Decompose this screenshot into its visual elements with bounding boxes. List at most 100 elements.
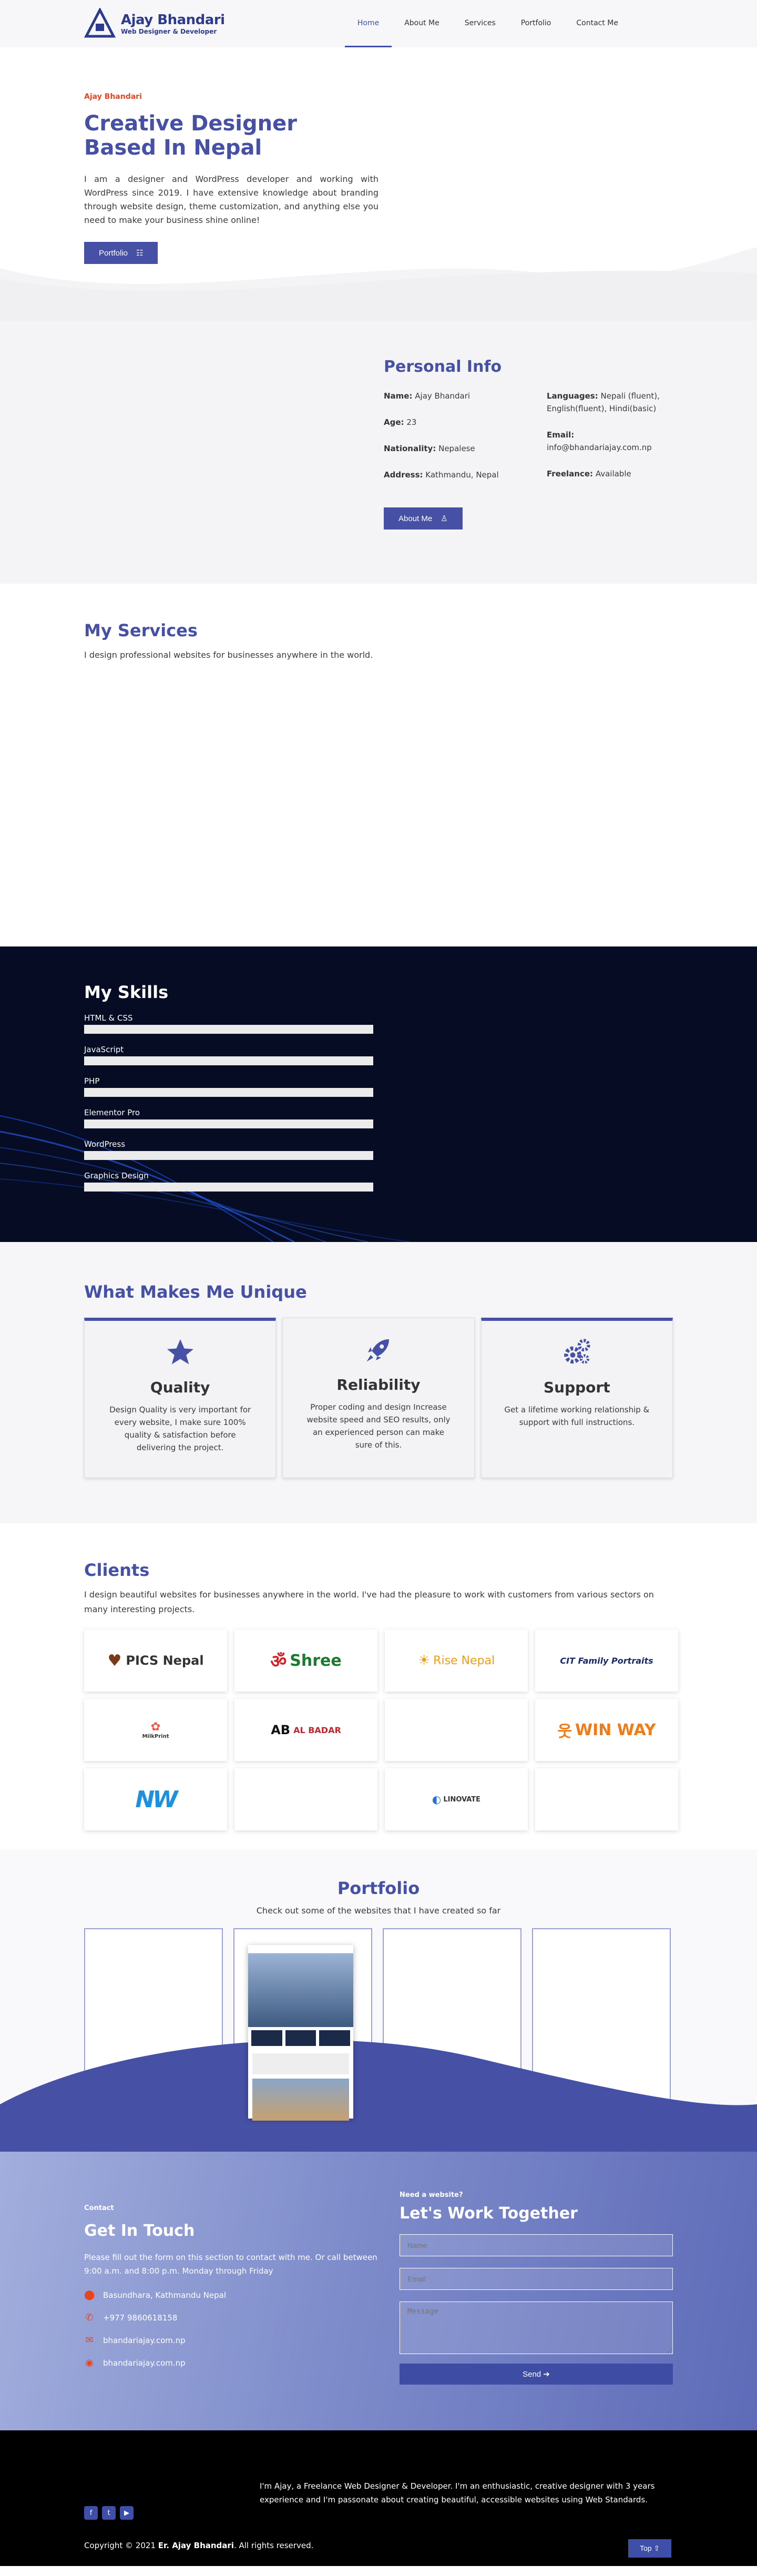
skill-bar bbox=[84, 1183, 373, 1192]
nav-portfolio[interactable]: Portfolio bbox=[508, 0, 564, 47]
social-links: f t ▶ bbox=[84, 2506, 134, 2520]
contact-section: Contact Get In Touch Please fill out the… bbox=[0, 2152, 757, 2430]
client-logo-cit: CIT Family Portraits bbox=[535, 1630, 678, 1692]
client-logo-empty bbox=[385, 1699, 528, 1761]
skill-bar bbox=[84, 1056, 373, 1065]
reliability-card: Reliability Proper coding and design Inc… bbox=[282, 1318, 475, 1478]
nav-services[interactable]: Services bbox=[452, 0, 508, 47]
contact-address: ⬤ Basundhara, Kathmandu Nepal bbox=[84, 2289, 227, 2300]
client-logo-milkprint: ✿ MilkPrint bbox=[84, 1699, 227, 1761]
personal-left-col: Name: Ajay Bhandari Age: 23 Nationality:… bbox=[384, 390, 531, 495]
hero-wave bbox=[0, 247, 757, 321]
hero-title-line1: Creative Designer bbox=[84, 111, 297, 136]
skill-graphics: Graphics Design bbox=[84, 1170, 373, 1192]
site-footer: I'm Ajay, a Freelance Web Designer & Dev… bbox=[0, 2430, 757, 2566]
personal-right-col: Languages: Nepali (fluent), English(flue… bbox=[547, 390, 694, 495]
personal-info-title: Personal Info bbox=[384, 358, 502, 376]
client-logo-win-way: 웃 WIN WAY bbox=[535, 1699, 678, 1761]
hero-eyebrow: Ajay Bhandari bbox=[84, 93, 142, 101]
info-email: Email: info@bhandariajay.com.np bbox=[547, 430, 652, 452]
info-address: Address: Kathmandu, Nepal bbox=[384, 470, 499, 480]
rocket-icon bbox=[366, 1339, 389, 1362]
skills-title: My Skills bbox=[84, 982, 169, 1002]
hero-body: I am a designer and WordPress developer … bbox=[84, 174, 378, 225]
hero-title: Creative Designer Based In Nepal bbox=[84, 111, 378, 160]
quality-card: Quality Design Quality is very important… bbox=[84, 1318, 277, 1478]
skill-php: PHP bbox=[84, 1076, 373, 1097]
footer-about: I'm Ajay, a Freelance Web Designer & Dev… bbox=[260, 2481, 655, 2504]
logo-mark-icon bbox=[84, 8, 116, 38]
name-field[interactable] bbox=[400, 2234, 673, 2256]
contact-eyebrow: Contact bbox=[84, 2204, 114, 2212]
nav-home[interactable]: Home bbox=[344, 0, 392, 47]
brand-tagline: Web Designer & Developer bbox=[121, 28, 217, 35]
unique-title: What Makes Me Unique bbox=[84, 1282, 307, 1302]
back-to-top-button[interactable]: Top ⇧ bbox=[628, 2539, 672, 2558]
client-logo-nw: NW bbox=[84, 1768, 227, 1830]
main-nav: Home About Me Services Portfolio Contact… bbox=[344, 0, 631, 47]
skill-wordpress: WordPress bbox=[84, 1139, 373, 1160]
card-body: Get a lifetime working relationship & su… bbox=[504, 1405, 650, 1427]
hero-section: Ajay Bhandari Creative Designer Based In … bbox=[0, 47, 757, 321]
portfolio-item[interactable] bbox=[233, 1928, 372, 2121]
info-nationality: Nationality: Nepalese bbox=[384, 444, 475, 453]
contact-body: Please fill out the form on this section… bbox=[84, 2253, 377, 2276]
form-eyebrow: Need a website? bbox=[400, 2191, 463, 2199]
email-field[interactable] bbox=[400, 2268, 673, 2290]
facebook-icon[interactable]: f bbox=[84, 2506, 98, 2520]
contact-email[interactable]: ✉ bhandariajay.com.np bbox=[84, 2335, 378, 2346]
website-screenshot-image bbox=[248, 1945, 353, 2121]
contact-title: Get In Touch bbox=[84, 2222, 195, 2240]
skill-bar bbox=[84, 1151, 373, 1160]
copyright: Copyright © 2021 Er. Ajay Bhandari. All … bbox=[84, 2541, 314, 2550]
info-name: Name: Ajay Bhandari bbox=[384, 391, 470, 401]
services-body: I design professional websites for busin… bbox=[84, 650, 373, 660]
card-title: Reliability bbox=[336, 1376, 421, 1393]
skill-elementor: Elementor Pro bbox=[84, 1107, 373, 1128]
about-me-button-label: About Me bbox=[398, 514, 433, 523]
card-body: Design Quality is very important for eve… bbox=[109, 1405, 251, 1452]
skill-js: JavaScript bbox=[84, 1044, 373, 1065]
skills-section: My Skills HTML & CSS JavaScript PHP Elem… bbox=[0, 946, 757, 1242]
brand-name: Ajay Bhandari bbox=[121, 12, 225, 28]
clients-body: I design beautiful websites for business… bbox=[84, 1590, 654, 1614]
twitter-icon[interactable]: t bbox=[102, 2506, 116, 2520]
client-logo-shree: ॐ Shree bbox=[234, 1630, 377, 1692]
card-body: Proper coding and design Increase websit… bbox=[306, 1402, 451, 1450]
mail-icon: ✉ bbox=[85, 2335, 94, 2346]
portfolio-section: Portfolio Check out some of the websites… bbox=[0, 1849, 757, 2152]
support-card: Support Get a lifetime working relations… bbox=[480, 1318, 673, 1478]
clients-section: Clients I design beautiful websites for … bbox=[0, 1523, 757, 1849]
nav-contact[interactable]: Contact Me bbox=[564, 0, 631, 47]
info-freelance: Freelance: Available bbox=[547, 469, 631, 478]
skill-bar bbox=[84, 1025, 373, 1034]
logo[interactable]: Ajay Bhandari Web Designer & Developer bbox=[84, 8, 225, 39]
gears-icon bbox=[564, 1339, 590, 1364]
about-me-button[interactable]: About Me ♙ bbox=[384, 507, 463, 530]
send-button[interactable]: Send ➔ bbox=[400, 2364, 673, 2385]
portfolio-wave bbox=[0, 2040, 757, 2152]
contact-website[interactable]: ◉ bhandariajay.com.np bbox=[84, 2357, 378, 2368]
client-logo-pics-nepal: ♥ PICS Nepal bbox=[84, 1630, 227, 1692]
message-field[interactable] bbox=[400, 2302, 673, 2354]
info-age: Age: 23 bbox=[384, 418, 417, 427]
portfolio-subtitle: Check out some of the websites that I ha… bbox=[256, 1906, 501, 1916]
client-logo-empty bbox=[234, 1768, 377, 1830]
services-section: My Services I design professional websit… bbox=[0, 584, 757, 946]
phone-icon: ✆ bbox=[85, 2312, 94, 2323]
card-title: Quality bbox=[150, 1379, 210, 1396]
nav-about[interactable]: About Me bbox=[392, 0, 452, 47]
portfolio-title: Portfolio bbox=[337, 1878, 420, 1898]
client-logo-linovate: ◐ LINOVATE bbox=[385, 1768, 528, 1830]
clients-title: Clients bbox=[84, 1560, 150, 1580]
star-icon bbox=[167, 1339, 193, 1365]
youtube-icon[interactable]: ▶ bbox=[120, 2506, 134, 2520]
personal-info-section: Personal Info Name: Ajay Bhandari Age: 2… bbox=[0, 321, 757, 584]
form-title: Let's Work Together bbox=[400, 2204, 578, 2223]
contact-phone[interactable]: ✆ +977 9860618158 bbox=[84, 2312, 378, 2323]
skill-html: HTML & CSS bbox=[84, 1013, 373, 1034]
globe-icon: ◉ bbox=[85, 2357, 94, 2368]
client-logo-empty bbox=[535, 1768, 678, 1830]
user-icon: ♙ bbox=[441, 514, 448, 523]
client-logo-rise-nepal: ☀ Rise Nepal bbox=[385, 1630, 528, 1692]
